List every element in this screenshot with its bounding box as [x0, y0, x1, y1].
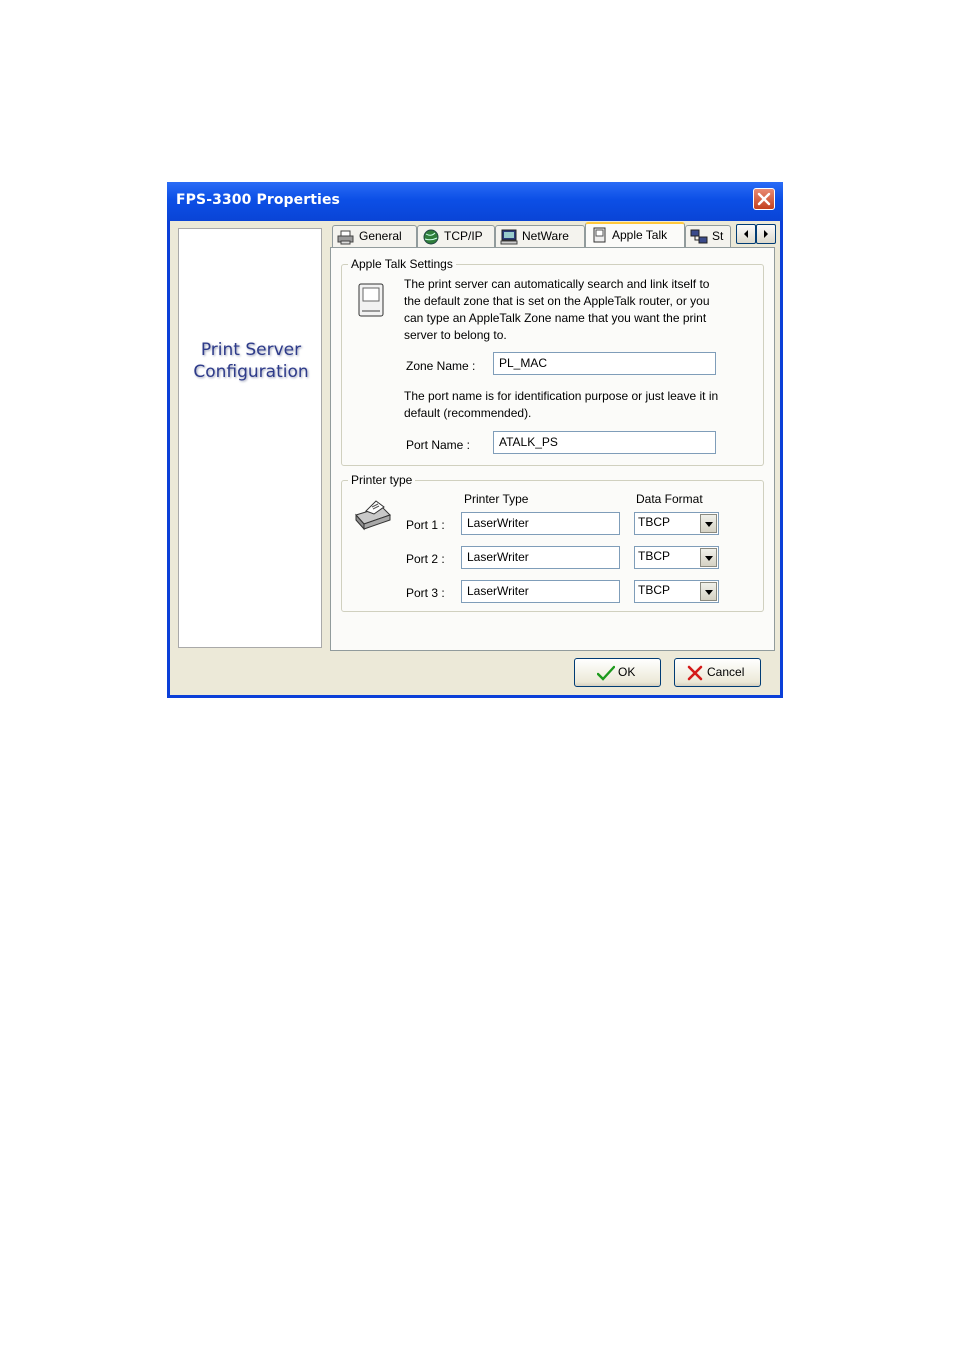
ok-button[interactable]: OK [574, 658, 661, 687]
mac-computer-icon [358, 283, 384, 317]
chevron-down-icon [705, 590, 713, 595]
description-line: can type an AppleTalk Zone name that you… [404, 311, 707, 325]
tab-apple-talk-label: Apple Talk [612, 228, 668, 242]
port-1-data-format-value: TBCP [638, 515, 671, 529]
tab-tcpip-label: TCP/IP [444, 229, 483, 243]
port-3-data-format-value: TBCP [638, 583, 671, 597]
printer-icon [337, 230, 354, 245]
tab-strip: General TCP/IP NetWare Apple Talk St [332, 221, 777, 249]
note-line: default (recommended). [404, 406, 532, 420]
tab-general[interactable]: General [332, 225, 417, 247]
ok-label: OK [618, 665, 636, 679]
checkmark-icon [597, 665, 615, 681]
port-2-data-format-select[interactable]: TBCP [634, 546, 719, 569]
col-printer-type: Printer Type [464, 492, 529, 506]
chevron-down-icon [705, 556, 713, 561]
dialog-body: Print Server Configuration General TCP/I… [170, 221, 780, 695]
network-icon [690, 229, 708, 244]
tab-netware-label: NetWare [522, 229, 569, 243]
window-title: FPS-3300 Properties [176, 192, 340, 208]
tab-status-label: St [712, 229, 724, 243]
tab-apple-talk[interactable]: Apple Talk [585, 222, 685, 248]
computer-icon [500, 229, 518, 245]
port-name-input[interactable]: ATALK_PS [493, 431, 716, 454]
port-1-label: Port 1 : [406, 518, 445, 532]
printer-type-group-label: Printer type [348, 473, 416, 487]
tab-general-label: General [359, 229, 402, 243]
port-3-label: Port 3 : [406, 586, 445, 600]
cancel-label: Cancel [707, 665, 745, 679]
port-3-data-format-select[interactable]: TBCP [634, 580, 719, 603]
dropdown-button[interactable] [700, 548, 717, 567]
zone-name-label: Zone Name : [406, 359, 476, 373]
tab-status[interactable]: St [685, 225, 731, 247]
printer-icon [355, 500, 391, 531]
properties-dialog: FPS-3300 Properties Print Server Configu… [167, 182, 783, 698]
globe-icon [423, 229, 439, 245]
tab-scroll-left-button[interactable] [736, 224, 756, 244]
sidebar-panel: Print Server Configuration [178, 228, 322, 648]
tab-netware[interactable]: NetWare [495, 225, 585, 247]
cancel-button[interactable]: Cancel [674, 658, 761, 687]
description-line: The print server can automatically searc… [404, 277, 710, 291]
brand-line-1: Print Server [200, 340, 302, 360]
description-line: the default zone that is set on the Appl… [404, 294, 710, 308]
apple-talk-settings-label: Apple Talk Settings [348, 257, 456, 271]
apple-talk-description: The print server can automatically searc… [404, 276, 759, 344]
dropdown-button[interactable] [700, 514, 717, 533]
apple-talk-page: Apple Talk Settings The print server can… [330, 247, 775, 651]
title-bar[interactable]: FPS-3300 Properties [167, 182, 783, 221]
port-1-printer-type-input[interactable]: LaserWriter [461, 512, 620, 535]
chevron-down-icon [705, 522, 713, 527]
port-2-printer-type-input[interactable]: LaserWriter [461, 546, 620, 569]
close-button[interactable] [753, 188, 775, 210]
note-line: The port name is for identification purp… [404, 389, 719, 403]
col-data-format: Data Format [636, 492, 703, 506]
tab-scroll-right-button[interactable] [756, 224, 776, 244]
port-name-label: Port Name : [406, 438, 471, 452]
port-1-data-format-select[interactable]: TBCP [634, 512, 719, 535]
port-2-data-format-value: TBCP [638, 549, 671, 563]
port-name-note: The port name is for identification purp… [404, 388, 759, 422]
port-2-label: Port 2 : [406, 552, 445, 566]
close-icon [757, 192, 771, 206]
zone-name-input[interactable]: PL_MAC [493, 352, 716, 375]
dropdown-button[interactable] [700, 582, 717, 601]
mac-icon [593, 227, 606, 243]
description-line: server to belong to. [404, 328, 507, 342]
arrow-right-icon [764, 230, 768, 238]
tab-tcpip[interactable]: TCP/IP [417, 225, 495, 247]
x-icon [687, 665, 703, 681]
apple-talk-settings-group: Apple Talk Settings The print server can… [341, 257, 764, 466]
arrow-left-icon [744, 230, 748, 238]
brand-line-2: Configuration [193, 362, 309, 382]
brand-text: Print Server Configuration [179, 339, 323, 383]
printer-type-group: Printer type Printer Type Data Format Po… [341, 473, 764, 612]
port-3-printer-type-input[interactable]: LaserWriter [461, 580, 620, 603]
